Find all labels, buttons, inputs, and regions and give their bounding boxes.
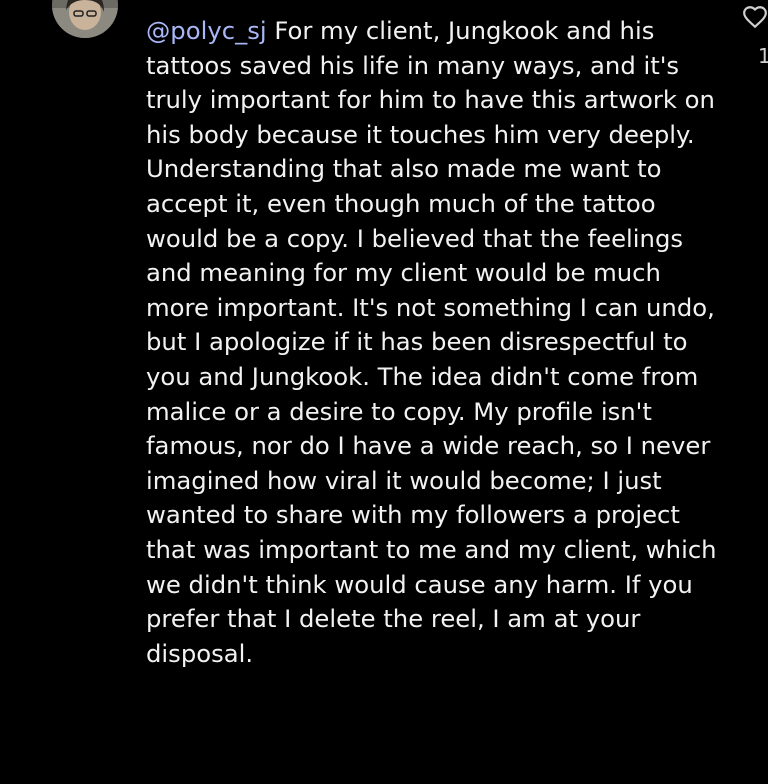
username-mention[interactable]: @polyc_sj	[146, 16, 267, 45]
like-count: 1	[758, 44, 768, 68]
avatar-image	[52, 0, 118, 38]
comment-text: For my client, Jungkook and his tattoos …	[146, 16, 717, 668]
heart-outline-icon[interactable]	[742, 4, 768, 30]
avatar[interactable]	[52, 0, 118, 38]
comment-body: @polyc_sj For my client, Jungkook and hi…	[146, 14, 726, 671]
comment-thread: @polyc_sj For my client, Jungkook and hi…	[0, 0, 768, 784]
